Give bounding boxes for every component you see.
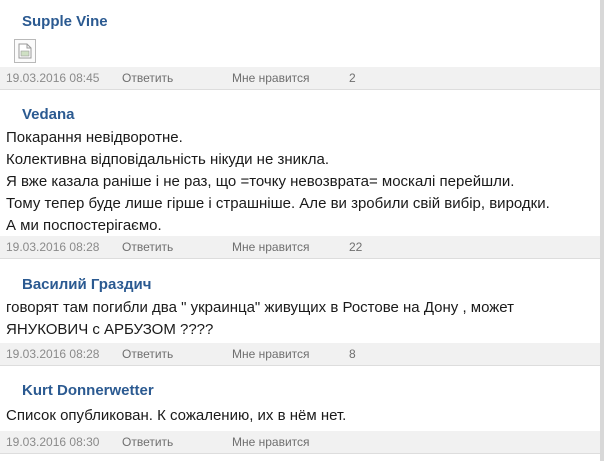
like-button[interactable]: Мне нравится [232,431,310,453]
comment-author[interactable]: Kurt Donnerwetter [22,382,154,400]
comment-text-line: ЯНУКОВИЧ с АРБУЗОМ ???? [6,321,214,338]
comment-text: Список опубликован. К сожалению, их в нё… [6,405,596,427]
comment-text-line: Колективна відповідальність нікуди не зн… [6,151,330,168]
like-button[interactable]: Мне нравится [232,67,310,89]
like-count: 2 [349,71,356,85]
like-count: 22 [349,240,363,254]
comment-meta: 19.03.2016 08:28 Ответить Мне нравится 8 [0,343,600,366]
comment-text-line: Список опубликован. К сожалению, их в нё… [6,407,347,424]
comment-text: говорят там погибли два " украинца" живу… [6,297,596,341]
comment-meta: 19.03.2016 08:28 Ответить Мне нравится 2… [0,236,600,259]
broken-image-icon [14,39,36,63]
comment-date: 19.03.2016 08:45 [6,71,100,85]
comment-author[interactable]: Василий Граздич [22,276,151,294]
comment-author[interactable]: Supple Vine [22,13,108,31]
comment-text-line: Я вже казала раніше і не раз, що =точку … [6,173,515,190]
comment-date: 19.03.2016 08:30 [6,435,100,449]
comment-text: Покарання невідворотне. Колективна відпо… [6,127,596,237]
scrollbar-track[interactable] [600,0,604,461]
like-button[interactable]: Мне нравится [232,236,310,258]
comment-text-line: говорят там погибли два " украинца" живу… [6,299,515,316]
comments-list: Supple Vine 19.03.2016 08:45 Ответить Мн… [0,0,600,461]
reply-button[interactable]: Ответить [122,343,173,365]
comment-text-line: А ми поспостерігаємо. [6,217,162,234]
comment-date: 19.03.2016 08:28 [6,240,100,254]
comment-text-line: Покарання невідворотне. [6,129,183,146]
comment-meta: 19.03.2016 08:45 Ответить Мне нравится 2 [0,67,600,90]
reply-button[interactable]: Ответить [122,67,173,89]
like-button[interactable]: Мне нравится [232,343,310,365]
like-count: 8 [349,347,356,361]
comment-meta: 19.03.2016 08:30 Ответить Мне нравится [0,431,600,454]
comment-author[interactable]: Vedana [22,106,75,124]
comment-text-line: Тому тепер буде лише гірше і страшніше. … [6,195,550,212]
reply-button[interactable]: Ответить [122,431,173,453]
comment-date: 19.03.2016 08:28 [6,347,100,361]
reply-button[interactable]: Ответить [122,236,173,258]
